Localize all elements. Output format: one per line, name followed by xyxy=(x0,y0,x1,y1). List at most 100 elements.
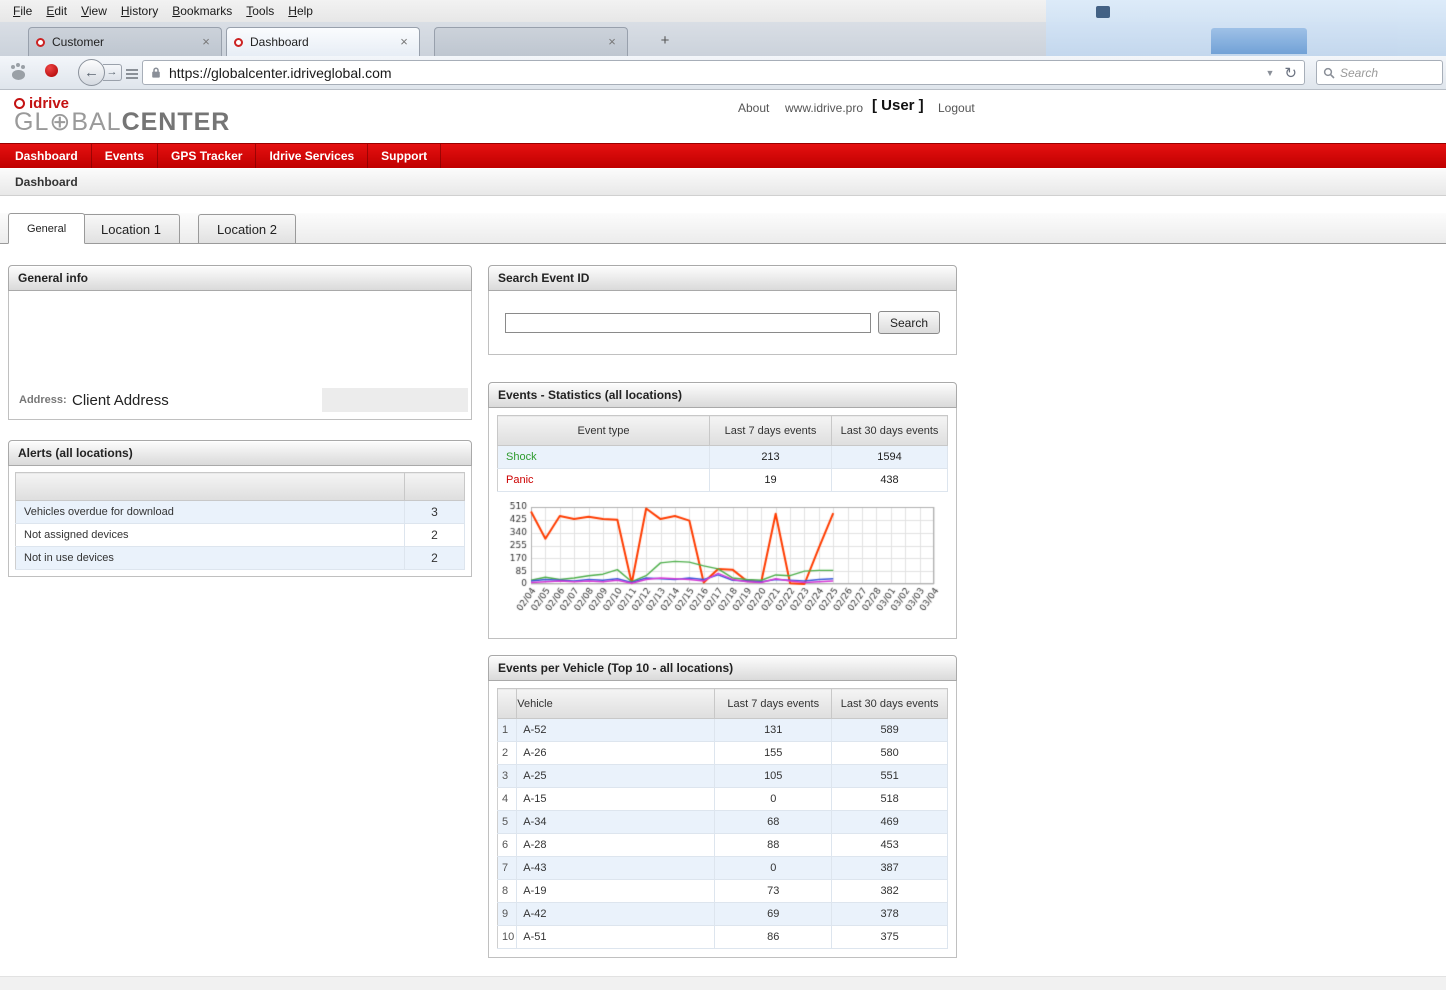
vehicle-7d: 0 xyxy=(715,788,832,811)
alerts-header-cell xyxy=(405,473,465,501)
tab-title: Dashboard xyxy=(250,35,389,49)
paw-extension-icon[interactable] xyxy=(12,70,25,80)
browser-tab-dashboard[interactable]: Dashboard × xyxy=(226,27,420,56)
tab-location-1[interactable]: Location 1 xyxy=(82,214,180,243)
globe-icon: ⊕ xyxy=(49,108,71,136)
menu-history[interactable]: History xyxy=(114,1,165,21)
vehicle-30d: 551 xyxy=(832,765,948,788)
table-row: Shock 213 1594 xyxy=(498,446,948,469)
search-button[interactable]: Search xyxy=(878,311,940,334)
panel-title: Search Event ID xyxy=(488,265,957,291)
about-link[interactable]: About xyxy=(738,101,769,115)
logo-bold: CENTER xyxy=(122,108,231,136)
vehicle-30d: 580 xyxy=(832,742,948,765)
stats-header-row: Event type Last 7 days events Last 30 da… xyxy=(498,416,948,446)
vehicle-30d: 378 xyxy=(832,903,948,926)
events-statistics-table: Event type Last 7 days events Last 30 da… xyxy=(497,415,948,492)
panel-title: Events - Statistics (all locations) xyxy=(488,382,957,408)
browser-tab-untitled[interactable]: × xyxy=(434,27,628,56)
table-row: 6 A-28 88 453 xyxy=(498,834,948,857)
alert-value: 3 xyxy=(405,501,465,524)
vehicle-30d: 518 xyxy=(832,788,948,811)
vehicle-30d: 589 xyxy=(832,719,948,742)
tab-general[interactable]: General xyxy=(8,213,85,244)
page-tab-strip: General Location 1 Location 2 xyxy=(0,213,1446,244)
vehicle-header-30d: Last 30 days events xyxy=(832,689,948,719)
events-line-chart xyxy=(497,502,942,626)
alert-label: Not assigned devices xyxy=(16,524,405,547)
general-info-panel: General info Address: Client Address xyxy=(8,265,472,420)
close-icon[interactable]: × xyxy=(604,34,620,50)
logo-pre: GL xyxy=(14,108,49,136)
vehicle-30d: 387 xyxy=(832,857,948,880)
logout-link[interactable]: Logout xyxy=(938,101,975,115)
table-row: 3 A-25 105 551 xyxy=(498,765,948,788)
stats-header-30d: Last 30 days events xyxy=(832,416,948,446)
table-row: 5 A-34 68 469 xyxy=(498,811,948,834)
nav-item-dashboard[interactable]: Dashboard xyxy=(2,144,92,168)
menu-bookmarks[interactable]: Bookmarks xyxy=(165,1,239,21)
idrive-logo: idrive GL⊕BALCENTER xyxy=(14,95,230,135)
logo-post: BAL xyxy=(71,108,121,136)
url-dropdown-icon[interactable]: ▼ xyxy=(1263,68,1278,78)
browser-search-input[interactable] xyxy=(1340,66,1424,80)
menu-edit[interactable]: Edit xyxy=(39,1,74,21)
nav-item-gps-tracker[interactable]: GPS Tracker xyxy=(158,144,256,168)
menu-file[interactable]: File xyxy=(6,1,39,21)
vehicle-rank: 6 xyxy=(498,834,517,857)
browser-search-box[interactable] xyxy=(1316,60,1443,85)
table-row: Vehicles overdue for download 3 xyxy=(16,501,465,524)
vehicle-rank: 1 xyxy=(498,719,517,742)
menu-help[interactable]: Help xyxy=(281,1,320,21)
close-icon[interactable]: × xyxy=(396,34,412,50)
back-button[interactable]: ← xyxy=(78,59,105,86)
vehicle-id: A-26 xyxy=(517,742,715,765)
nav-item-idrive-services[interactable]: Idrive Services xyxy=(256,144,368,168)
search-event-body: Search xyxy=(488,291,957,355)
user-link[interactable]: [ User ] xyxy=(872,97,924,114)
vehicle-header-rank xyxy=(498,689,517,719)
vehicle-7d: 86 xyxy=(715,926,832,949)
vehicle-rank: 7 xyxy=(498,857,517,880)
footer-strip xyxy=(0,976,1446,990)
nav-item-support[interactable]: Support xyxy=(368,144,441,168)
forward-button[interactable]: → xyxy=(103,64,122,81)
table-row: 9 A-42 69 378 xyxy=(498,903,948,926)
table-row: Not in use devices 2 xyxy=(16,547,465,570)
idrive-pro-link[interactable]: www.idrive.pro xyxy=(785,101,863,115)
vehicle-7d: 73 xyxy=(715,880,832,903)
events-statistics-panel: Events - Statistics (all locations) Even… xyxy=(488,382,957,639)
reload-icon[interactable]: ↻ xyxy=(1284,64,1297,82)
vehicle-rank: 10 xyxy=(498,926,517,949)
browser-tab-customer[interactable]: Customer × xyxy=(28,27,222,56)
event-7d: 213 xyxy=(710,446,832,469)
event-7d: 19 xyxy=(710,469,832,492)
record-extension-icon[interactable] xyxy=(45,64,58,77)
vehicle-30d: 469 xyxy=(832,811,948,834)
browser-navbar: ← → https://globalcenter.idriveglobal.co… xyxy=(0,56,1446,90)
address-row: Address: Client Address xyxy=(10,387,470,413)
menu-view[interactable]: View xyxy=(74,1,114,21)
alert-value: 2 xyxy=(405,524,465,547)
event-type: Shock xyxy=(498,446,710,469)
alerts-header-row xyxy=(16,473,465,501)
url-bar[interactable]: https://globalcenter.idriveglobal.com ▼ … xyxy=(142,60,1305,85)
vehicle-rank: 2 xyxy=(498,742,517,765)
table-row: 2 A-26 155 580 xyxy=(498,742,948,765)
logo-main-text: GL⊕BALCENTER xyxy=(14,109,230,135)
event-30d: 1594 xyxy=(832,446,948,469)
menu-tools[interactable]: Tools xyxy=(239,1,281,21)
events-per-vehicle-body: Vehicle Last 7 days events Last 30 days … xyxy=(488,681,957,958)
site-favicon xyxy=(36,38,45,47)
list-icon[interactable] xyxy=(126,69,138,71)
vehicle-id: A-43 xyxy=(517,857,715,880)
nav-item-events[interactable]: Events xyxy=(92,144,158,168)
vehicle-id: A-19 xyxy=(517,880,715,903)
tab-location-2[interactable]: Location 2 xyxy=(198,214,296,243)
new-tab-button[interactable]: + xyxy=(652,31,678,52)
event-id-input[interactable] xyxy=(505,313,871,333)
vehicle-rank: 3 xyxy=(498,765,517,788)
close-icon[interactable]: × xyxy=(198,34,214,50)
table-row: 1 A-52 131 589 xyxy=(498,719,948,742)
vehicle-7d: 105 xyxy=(715,765,832,788)
